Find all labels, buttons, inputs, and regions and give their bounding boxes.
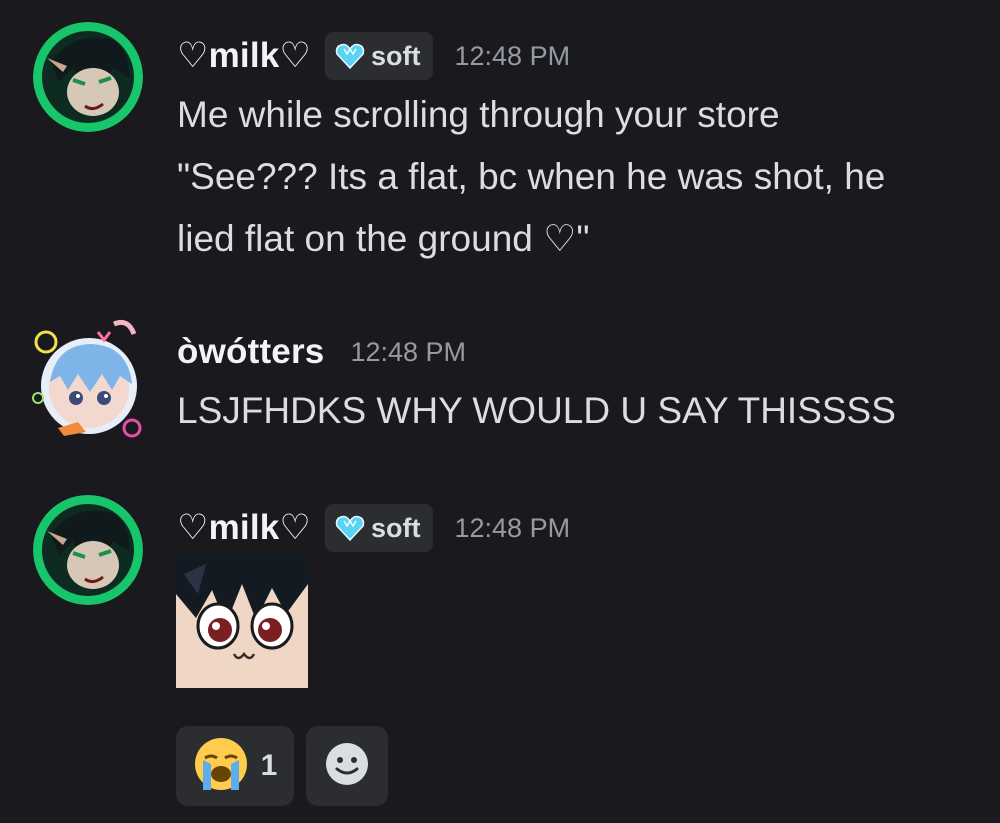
username[interactable]: òwótters — [177, 332, 324, 372]
message-header: ♡milk♡ soft 12:48 PM — [177, 30, 570, 82]
add-reaction-button[interactable] — [306, 726, 388, 806]
message-content: Me while scrolling through your store "S… — [177, 84, 977, 270]
timestamp[interactable]: 12:48 PM — [455, 513, 571, 544]
username[interactable]: ♡milk♡ — [177, 36, 311, 76]
message-line: "See??? Its a flat, bc when he was shot,… — [177, 156, 886, 197]
reaction-crying[interactable]: 1 — [176, 726, 294, 806]
gem-heart-icon — [335, 43, 365, 69]
crying-face-emoji — [193, 736, 249, 797]
avatar-milk[interactable] — [33, 495, 143, 605]
reaction-count: 1 — [260, 749, 278, 782]
sticker-image[interactable] — [176, 554, 308, 688]
message-line: Me while scrolling through your store — [177, 94, 780, 135]
server-tag[interactable]: soft — [325, 32, 433, 80]
server-tag-label: soft — [371, 512, 421, 543]
timestamp[interactable]: 12:48 PM — [455, 41, 571, 72]
message-line: LSJFHDKS WHY WOULD U SAY THISSSS — [177, 390, 896, 431]
message-header: ♡milk♡ soft 12:48 PM — [177, 502, 570, 554]
message-header: òwótters 12:48 PM — [177, 326, 466, 378]
server-tag-label: soft — [371, 40, 421, 71]
avatar-milk[interactable] — [33, 22, 143, 132]
gem-heart-icon — [335, 515, 365, 541]
timestamp[interactable]: 12:48 PM — [350, 337, 466, 368]
add-reaction-icon — [324, 741, 370, 792]
avatar-owotters[interactable] — [28, 318, 150, 440]
server-tag[interactable]: soft — [325, 504, 433, 552]
username[interactable]: ♡milk♡ — [177, 508, 311, 548]
message-content: LSJFHDKS WHY WOULD U SAY THISSSS — [177, 380, 977, 442]
message-line: lied flat on the ground ♡" — [177, 218, 590, 259]
